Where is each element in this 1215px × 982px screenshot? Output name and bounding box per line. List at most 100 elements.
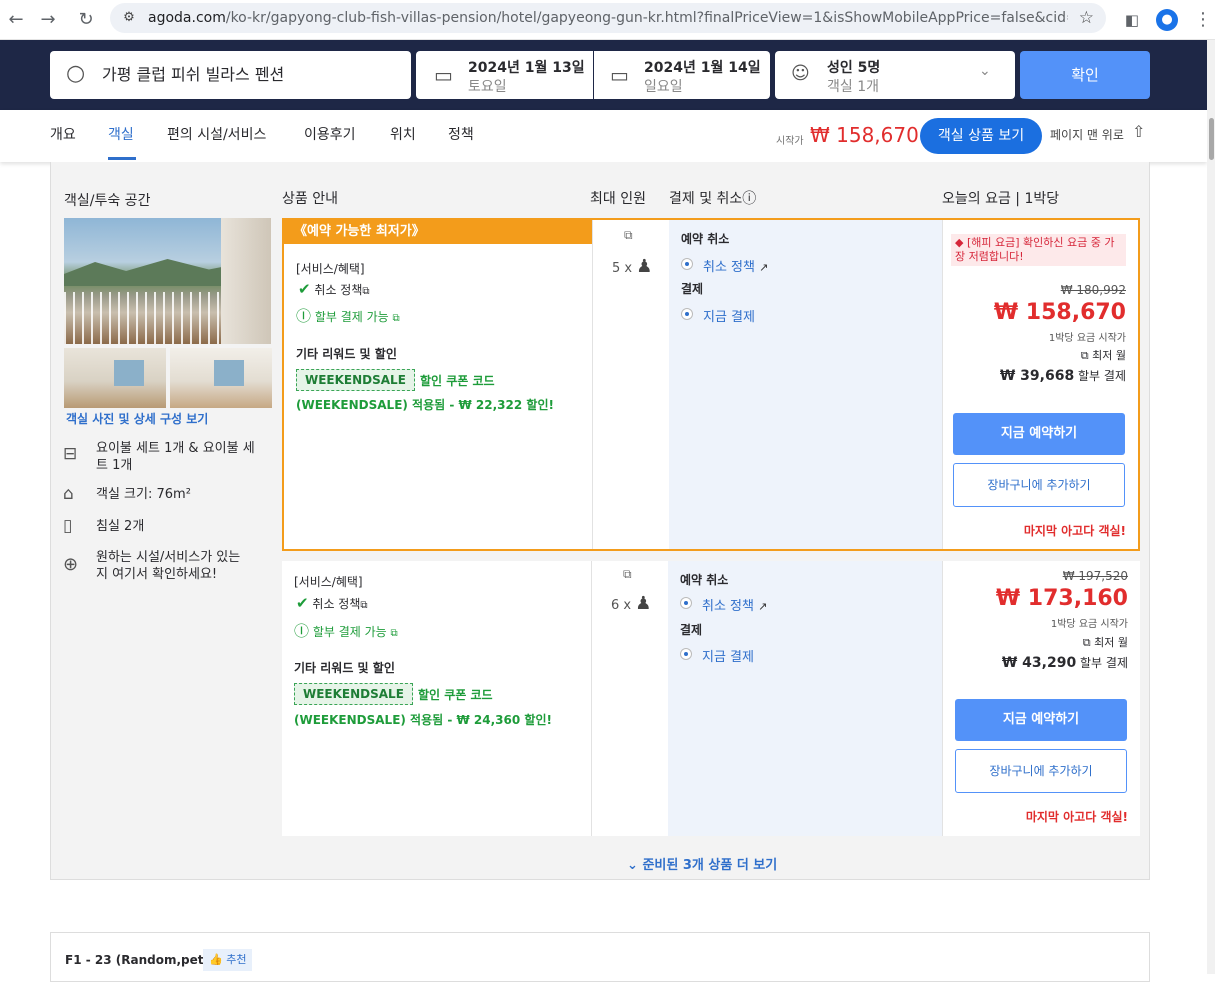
room-code: F1 - 23 (Random,pet): [65, 953, 209, 967]
view-rooms-button[interactable]: 객실 상품 보기: [920, 118, 1042, 154]
coupon-tag: WEEKENDSALE: [294, 683, 413, 705]
scrollbar-thumb[interactable]: [1209, 118, 1214, 160]
thumb-window: [214, 360, 244, 386]
payment-radio[interactable]: [680, 648, 692, 660]
payment-title: 결제: [680, 623, 703, 637]
room-photo-main[interactable]: [64, 218, 271, 344]
browser-toolbar: ← → ↻ ⚙ agoda.com/ko-kr/gapyong-club-fis…: [0, 0, 1215, 40]
pay-now-option[interactable]: 지금 결제: [702, 646, 754, 665]
offer-card: [서비스/혜택] ✔ 취소 정책⧉ Ⓘ 할부 결제 가능 ⧉ 기타 리워드 및 …: [282, 561, 1140, 836]
payment-title: 결제: [681, 282, 704, 296]
checkout-field[interactable]: ▭ 2024년 1월 14일 일요일: [594, 51, 770, 99]
room-photo-thumb[interactable]: [170, 348, 272, 408]
facilities-link[interactable]: 원하는 시설/서비스가 있는 지 여기서 확인하세요!: [96, 549, 240, 583]
original-price: ₩ 197,520: [1062, 569, 1128, 583]
installment-icon: Ⓘ: [294, 622, 310, 640]
coupon-tag: WEEKENDSALE: [296, 369, 415, 391]
tab-facilities[interactable]: 편의 시설/서비스: [167, 124, 266, 144]
back-icon[interactable]: ←: [4, 8, 28, 32]
back-to-top-link[interactable]: 페이지 맨 위로: [1050, 126, 1124, 143]
copy-icon: ⧉: [1082, 636, 1091, 649]
calendar-out-icon: ▭: [610, 63, 629, 87]
current-price: ₩ 173,160: [995, 586, 1128, 611]
site-settings-icon[interactable]: ⚙: [118, 7, 140, 29]
external-link-icon: ↗: [759, 261, 769, 274]
add-to-cart-button[interactable]: 장바구니에 추가하기: [955, 749, 1127, 793]
section-tabs: 개요 객실 편의 시설/서비스 이용후기 위치 정책 시작가 ₩ 158,670…: [0, 110, 1207, 162]
recommend-badge: 👍 추천: [203, 949, 253, 971]
tab-reviews[interactable]: 이용후기: [304, 124, 356, 144]
payment-radio[interactable]: [681, 308, 693, 320]
copy-icon: ⧉: [1080, 349, 1089, 362]
profile-avatar-icon[interactable]: ●: [1156, 9, 1178, 31]
cancel-title: 예약 취소: [681, 232, 730, 246]
checkin-day: 토요일: [468, 79, 507, 95]
tab-policy[interactable]: 정책: [448, 124, 474, 144]
cancel-policy-link[interactable]: 취소 정책 ↗: [702, 595, 767, 614]
header-payment: 결제 및 취소ⓘ: [669, 191, 757, 207]
cancel-policy-link[interactable]: 취소 정책 ↗: [703, 256, 768, 275]
header-max-guests: 최대 인원: [590, 191, 646, 207]
search-bar: ○ 가평 클럽 피쉬 빌라스 펜션 ▭ 2024년 1월 13일 토요일 ▭ 2…: [0, 40, 1207, 110]
tag-icon: ◆: [955, 236, 964, 249]
cancel-radio[interactable]: [681, 258, 693, 270]
external-icon: ⧉: [360, 600, 368, 611]
book-now-button[interactable]: 지금 예약하기: [955, 699, 1127, 741]
show-more-offers-link[interactable]: ⌄ 준비된 3개 상품 더 보기: [627, 854, 777, 873]
add-to-cart-button[interactable]: 장바구니에 추가하기: [953, 463, 1125, 507]
room-size-icon: ⌂: [63, 484, 74, 504]
tab-rooms[interactable]: 객실: [108, 124, 134, 144]
installment-row[interactable]: Ⓘ 할부 결제 가능 ⧉: [294, 620, 398, 641]
checkin-date: 2024년 1월 13일: [468, 60, 585, 76]
cancel-radio[interactable]: [680, 597, 692, 609]
guests-count: 성인 5명: [827, 60, 881, 76]
room-photo-thumb[interactable]: [64, 348, 166, 408]
services-title: [서비스/혜택]: [296, 262, 365, 276]
address-bar[interactable]: ⚙ agoda.com/ko-kr/gapyong-club-fish-vill…: [110, 3, 1106, 33]
page-scrollbar[interactable]: [1207, 40, 1215, 974]
door-icon: ▯: [63, 516, 73, 536]
external-icon: ⧉: [392, 313, 400, 324]
installment-icon: Ⓘ: [296, 307, 312, 325]
other-rewards-title: 기타 리워드 및 할인: [296, 347, 397, 361]
installment-row[interactable]: Ⓘ 할부 결제 가능 ⧉: [296, 305, 400, 326]
bookmark-star-icon[interactable]: ☆: [1079, 3, 1094, 33]
bedrooms: 침실 2개: [96, 519, 145, 534]
pay-now-option[interactable]: 지금 결제: [703, 306, 755, 325]
guests-field[interactable]: ☺ 성인 5명 객실 1개 ⌄: [775, 51, 1015, 99]
bed-info: 요이불 세트 1개 & 요이불 세트 1개: [96, 441, 255, 473]
start-price-label: 시작가: [776, 136, 804, 147]
price-column: ◆ [해피 요금] 확인하신 요금 중 가장 저렴합니다! ₩ 180,992 …: [943, 220, 1138, 549]
active-tab-indicator: [108, 157, 136, 160]
min-month-label: ⧉ 최저 월: [1080, 349, 1126, 362]
offer-card: 《예약 가능한 최저가》 [서비스/혜택] ✔ 취소 정책⧉ Ⓘ 할부 결제 가…: [282, 218, 1140, 551]
search-confirm-button[interactable]: 확인: [1020, 51, 1150, 99]
column-divider: [592, 220, 593, 549]
url-text: agoda.com/ko-kr/gapyong-club-fish-villas…: [148, 10, 1068, 26]
more-menu-icon[interactable]: ⋮: [1191, 8, 1215, 32]
sidepanel-icon[interactable]: ◧: [1120, 8, 1144, 32]
tab-overview[interactable]: 개요: [50, 124, 76, 144]
forward-icon[interactable]: →: [36, 8, 60, 32]
external-link-icon: ↗: [758, 600, 768, 613]
room-photos-link[interactable]: 객실 사진 및 상세 구성 보기: [66, 410, 208, 427]
coupon-applied: (WEEKENDSALE) 적용됨 - ₩ 22,322 할인!: [296, 398, 554, 412]
tab-location[interactable]: 위치: [390, 124, 416, 144]
happy-rate-alert: ◆ [해피 요금] 확인하신 요금 중 가장 저렴합니다!: [951, 234, 1126, 266]
header-price: 오늘의 요금 | 1박당: [942, 191, 1060, 207]
destination-field[interactable]: ○ 가평 클럽 피쉬 빌라스 펜션: [50, 51, 411, 99]
checkmark-icon: ✔: [296, 594, 309, 612]
plus-circle-icon[interactable]: ⊕: [63, 554, 78, 575]
coupon-label: 할인 쿠폰 코드: [420, 374, 495, 388]
book-now-button[interactable]: 지금 예약하기: [953, 413, 1125, 455]
cancel-policy-row: ✔ 취소 정책⧉: [298, 280, 370, 298]
arrow-up-icon[interactable]: ⇧: [1132, 122, 1145, 141]
thumbs-up-icon: 👍: [209, 953, 223, 966]
header-info: 상품 안내: [282, 191, 338, 207]
reload-icon[interactable]: ↻: [74, 8, 98, 32]
min-month-label: ⧉ 최저 월: [1082, 636, 1128, 649]
people-icon: ☺: [791, 63, 810, 84]
deal-badge: 《예약 가능한 최저가》: [284, 220, 592, 244]
services-title: [서비스/혜택]: [294, 575, 363, 589]
checkin-field[interactable]: ▭ 2024년 1월 13일 토요일: [416, 51, 593, 99]
